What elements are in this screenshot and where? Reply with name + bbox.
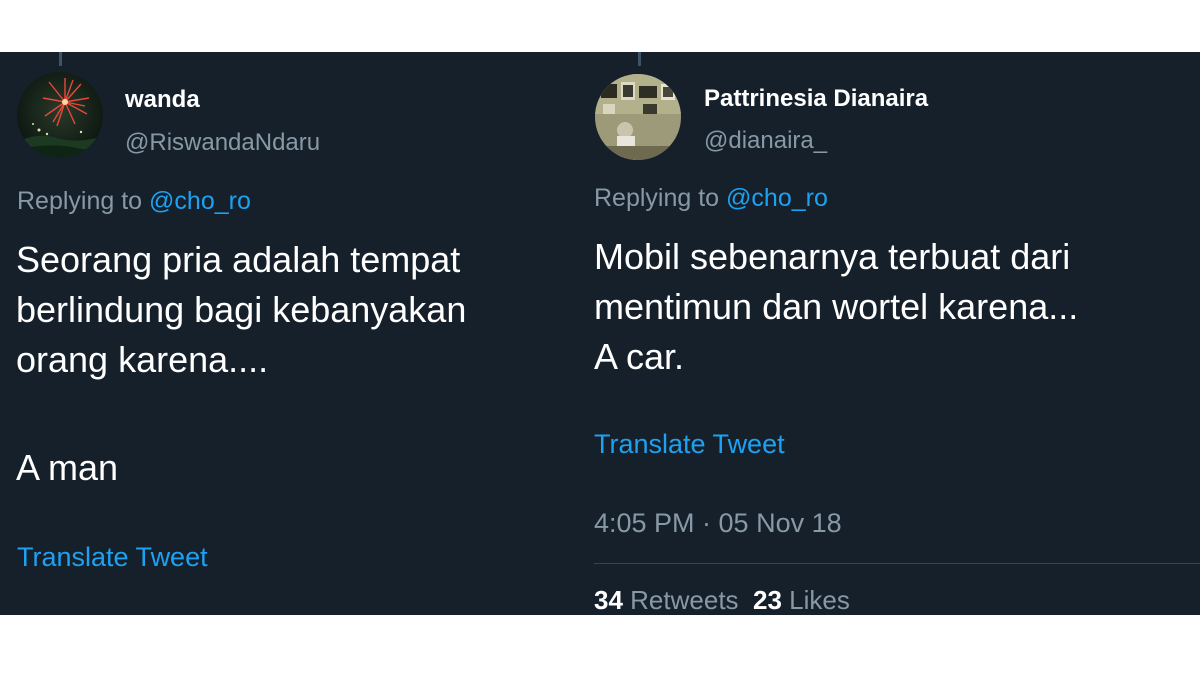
likes-count[interactable]: 23 (753, 585, 782, 615)
thread-line (638, 52, 641, 66)
translate-tweet-link[interactable]: Translate Tweet (594, 429, 785, 460)
mention-link[interactable]: @cho_ro (149, 187, 251, 215)
replying-to: Replying to @cho_ro (17, 187, 251, 216)
likes-label[interactable]: Likes (789, 585, 850, 615)
tweet-text: Mobil sebenarnya terbuat dari mentimun d… (594, 232, 1078, 382)
translate-tweet-link[interactable]: Translate Tweet (17, 542, 208, 573)
user-handle[interactable]: @RiswandaNdaru (125, 129, 320, 157)
tweet-text-line: mentimun dan wortel karena... (594, 286, 1079, 327)
display-name[interactable]: Pattrinesia Dianaira (704, 85, 928, 113)
avatar-fireworks-image (17, 72, 103, 158)
tweet-text-line: Seorang pria adalah tempat (16, 239, 461, 280)
mention-link[interactable]: @cho_ro (726, 184, 828, 212)
retweets-label[interactable]: Retweets (630, 585, 738, 615)
tweet-timestamp[interactable]: 4:05 PM · 05 Nov 18 (594, 508, 842, 539)
replying-to: Replying to @cho_ro (594, 184, 828, 213)
avatar[interactable] (17, 72, 103, 158)
tweet-text-line: Mobil sebenarnya terbuat dari (594, 236, 1071, 277)
tweet-pattrinesia: Pattrinesia Dianaira @dianaira_ Replying… (578, 52, 1200, 615)
avatar[interactable] (595, 74, 681, 160)
thread-line (59, 52, 62, 66)
retweets-count[interactable]: 34 (594, 585, 623, 615)
screenshot-frame: wanda @RiswandaNdaru Replying to @cho_ro… (0, 52, 1200, 615)
tweet-text-line: orang karena.... (16, 339, 269, 380)
tweet-text-line: berlindung bagi kebanyakan (16, 289, 467, 330)
replying-to-label: Replying to (17, 187, 143, 215)
engagement-stats: 34 Retweets 23 Likes (594, 585, 850, 615)
avatar-gallery-image (595, 74, 681, 160)
tweet-text: Seorang pria adalah tempat berlindung ba… (16, 235, 466, 493)
user-handle[interactable]: @dianaira_ (704, 127, 827, 155)
display-name[interactable]: wanda (125, 86, 200, 114)
tweet-wanda: wanda @RiswandaNdaru Replying to @cho_ro… (0, 52, 578, 615)
tweet-text-line: A man (16, 447, 119, 488)
divider (594, 563, 1200, 564)
tweet-text-line: A car. (594, 336, 685, 377)
replying-to-label: Replying to (594, 184, 720, 212)
